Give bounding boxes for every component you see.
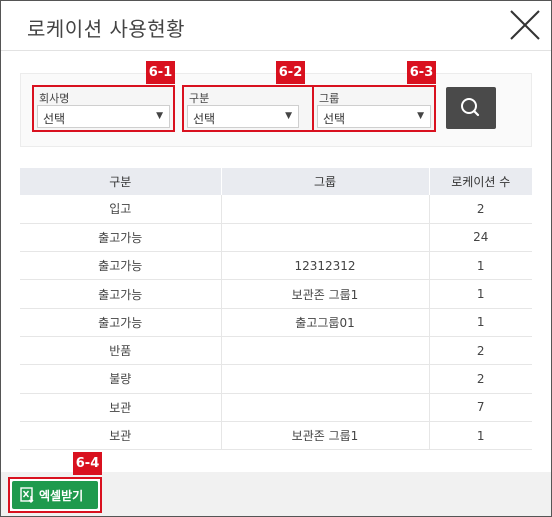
chevron-down-icon: ▼ — [417, 111, 424, 121]
type-filter-label: 구분 — [189, 92, 210, 105]
excel-download-icon — [20, 487, 34, 503]
company-select[interactable]: 선택 ▼ — [37, 105, 170, 128]
table-header-row: 구분 그룹 로케이션 수 — [20, 168, 532, 195]
table-row: 보관 보관존 그룹1 1 — [20, 421, 532, 451]
location-table: 구분 그룹 로케이션 수 입고 2 출고가능 24 출고가능 12312312 … — [20, 168, 532, 451]
cell-count: 2 — [428, 364, 532, 394]
cell-type: 불량 — [20, 364, 221, 394]
cell-count: 1 — [428, 279, 532, 309]
cell-group — [220, 393, 429, 422]
table-row: 반품 2 — [20, 336, 532, 366]
cell-count: 2 — [428, 336, 532, 366]
company-select-value: 선택 — [43, 112, 66, 126]
cell-group — [220, 336, 429, 366]
group-select[interactable]: 선택 ▼ — [317, 105, 431, 128]
type-select[interactable]: 선택 ▼ — [187, 105, 299, 128]
modal-title: 로케이션 사용현황 — [27, 17, 186, 41]
cell-count: 24 — [428, 223, 532, 253]
cell-group — [220, 223, 429, 253]
excel-download-label: 엑셀받기 — [39, 489, 84, 503]
cell-type: 출고가능 — [20, 251, 221, 281]
modal-header: 로케이션 사용현황 — [1, 1, 551, 51]
cell-count: 2 — [428, 195, 532, 224]
search-button[interactable] — [446, 87, 496, 129]
cell-type: 보관 — [20, 421, 221, 451]
cell-group: 출고그룹01 — [220, 308, 429, 337]
excel-download-button[interactable]: 엑셀받기 — [12, 481, 98, 509]
group-filter: 그룹 선택 ▼ — [312, 85, 436, 132]
group-filter-label: 그룹 — [319, 92, 340, 105]
type-filter: 구분 선택 ▼ — [182, 85, 325, 132]
cell-type: 출고가능 — [20, 279, 221, 309]
search-icon — [461, 98, 480, 117]
type-select-value: 선택 — [193, 112, 216, 126]
cell-count: 1 — [428, 308, 532, 337]
cell-group: 12312312 — [220, 251, 429, 281]
table-row: 입고 2 — [20, 195, 532, 224]
table-row: 불량 2 — [20, 364, 532, 394]
cell-group — [220, 195, 429, 224]
column-header-count: 로케이션 수 — [428, 168, 532, 195]
callout-badge-6-1: 6-1 — [146, 61, 175, 84]
table-row: 보관 7 — [20, 393, 532, 422]
cell-count: 7 — [428, 393, 532, 422]
cell-group: 보관존 그룹1 — [220, 279, 429, 309]
cell-count: 1 — [428, 421, 532, 451]
chevron-down-icon: ▼ — [285, 111, 292, 121]
cell-type: 출고가능 — [20, 308, 221, 337]
company-filter: 회사명 선택 ▼ — [32, 85, 175, 132]
cell-type: 출고가능 — [20, 223, 221, 253]
callout-badge-6-4: 6-4 — [73, 452, 102, 475]
cell-type: 보관 — [20, 393, 221, 422]
cell-group: 보관존 그룹1 — [220, 421, 429, 451]
column-header-type: 구분 — [20, 168, 221, 195]
chevron-down-icon: ▼ — [156, 111, 163, 121]
cell-type: 입고 — [20, 195, 221, 224]
table-row: 출고가능 24 — [20, 223, 532, 253]
cell-type: 반품 — [20, 336, 221, 366]
group-select-value: 선택 — [323, 112, 346, 126]
cell-group — [220, 364, 429, 394]
cell-count: 1 — [428, 251, 532, 281]
callout-badge-6-2: 6-2 — [276, 61, 305, 84]
column-header-group: 그룹 — [220, 168, 429, 195]
company-filter-label: 회사명 — [39, 92, 70, 105]
table-row: 출고가능 출고그룹01 1 — [20, 308, 532, 337]
table-row: 출고가능 12312312 1 — [20, 251, 532, 281]
callout-badge-6-3: 6-3 — [407, 61, 436, 84]
table-row: 출고가능 보관존 그룹1 1 — [20, 279, 532, 309]
close-icon[interactable] — [507, 7, 543, 43]
